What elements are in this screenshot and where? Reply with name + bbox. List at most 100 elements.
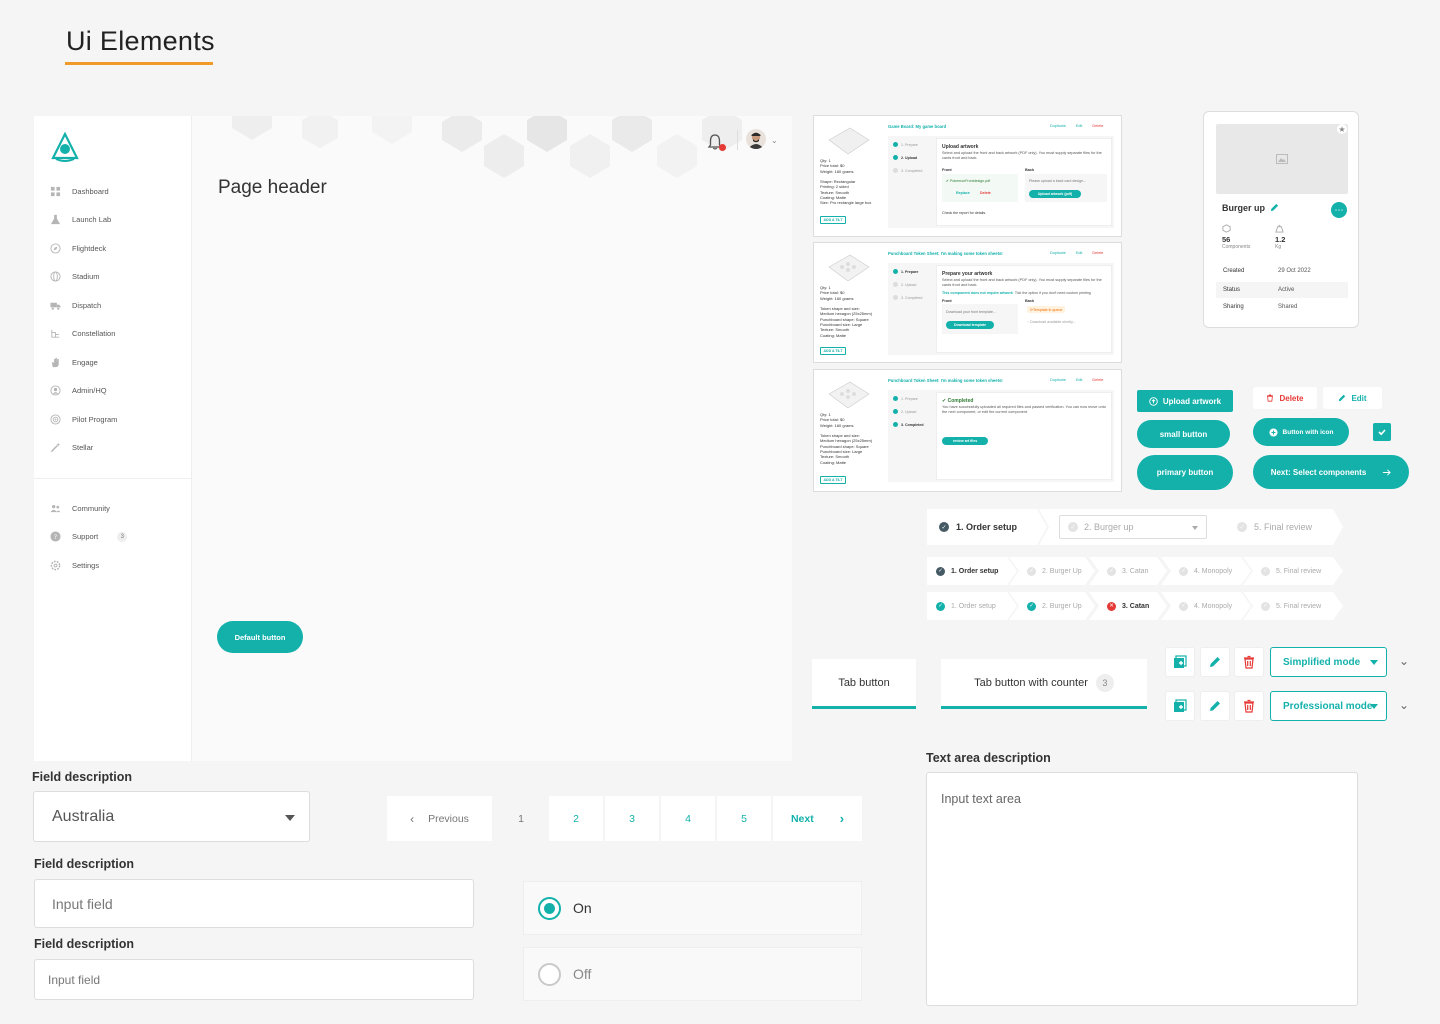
pagination-page-1[interactable]: 1 — [494, 796, 548, 841]
stepper-dropdown[interactable]: ✓ 2. Burger up — [1059, 515, 1207, 539]
download-template-button[interactable]: Download template — [946, 321, 994, 329]
sidebar-item-engage[interactable]: Engage — [50, 352, 98, 372]
card-footnote: Check the report for details. — [942, 211, 987, 215]
upload-artwork-button[interactable]: Upload artwork — [1137, 390, 1233, 412]
target-icon — [50, 413, 61, 425]
add-tilt-button[interactable]: ADD A TILT — [820, 216, 846, 224]
edit-icon-button[interactable] — [1200, 647, 1230, 677]
stepper-step-3-catan[interactable]: ✕ 3. Catan — [1089, 592, 1167, 620]
sidebar-item-flightdeck[interactable]: Flightdeck — [50, 238, 106, 258]
text-area[interactable]: Input text area — [926, 772, 1358, 1006]
pagination-page-5[interactable]: 5 — [717, 796, 771, 841]
replace-link[interactable]: Replace — [956, 191, 970, 195]
delete-link[interactable]: Delete — [1092, 124, 1103, 128]
pagination-previous[interactable]: ‹ Previous — [387, 796, 492, 841]
sidebar-item-community[interactable]: Community — [50, 498, 110, 518]
delete-link[interactable]: Delete — [1092, 251, 1103, 255]
delete-button[interactable]: Delete — [1253, 387, 1317, 409]
checkbox-checked[interactable] — [1373, 423, 1391, 441]
stepper-step-burger-up[interactable]: ✓ 2. Burger up — [1039, 509, 1229, 545]
add-component-button[interactable] — [1165, 691, 1195, 721]
sidebar-item-support[interactable]: ? Support 3 — [50, 527, 128, 547]
delete-icon-button[interactable] — [1234, 691, 1264, 721]
chevron-down-icon[interactable]: ⌄ — [1399, 654, 1409, 668]
stepper-step-1-order-setup[interactable]: ✓ 1. Order setup — [927, 557, 1017, 585]
card-step[interactable]: 1. Prepare — [893, 269, 918, 274]
card-step[interactable]: 2. Upload — [893, 282, 916, 287]
card-step[interactable]: 2. Upload — [893, 155, 917, 160]
delete-link[interactable]: Delete — [1092, 378, 1103, 382]
primary-button[interactable]: primary button — [1137, 455, 1233, 490]
add-tilt-button[interactable]: ADD A TILT — [820, 347, 846, 355]
edit-link[interactable]: Edit — [1076, 251, 1083, 255]
simplified-mode-select[interactable]: Simplified mode — [1270, 647, 1387, 677]
edit-icon-button[interactable] — [1200, 691, 1230, 721]
card-step[interactable]: 3. Completed — [893, 295, 922, 300]
card-step[interactable]: 1. Prepare — [893, 142, 918, 147]
tab-button-with-counter[interactable]: Tab button with counter 3 — [941, 659, 1147, 709]
notifications-bell-icon[interactable] — [706, 133, 726, 151]
card-step[interactable]: 3. Completed — [893, 168, 922, 173]
stepper-step-1-order-setup[interactable]: ✓ 1. Order setup — [927, 592, 1017, 620]
stepper-step-order-setup[interactable]: ✓ 1. Order setup — [927, 509, 1047, 545]
add-tilt-button[interactable]: ADD A TILT — [820, 476, 846, 484]
sidebar-item-dashboard[interactable]: Dashboard — [50, 181, 109, 201]
sidebar-item-pilot-program[interactable]: Pilot Program — [50, 409, 117, 429]
input-field-large[interactable]: Input field — [34, 879, 474, 928]
stepper-step-3-catan[interactable]: ✓ 3. Catan — [1089, 557, 1167, 585]
delete-file-link[interactable]: Delete — [980, 191, 991, 195]
edit-pencil-icon[interactable] — [1270, 203, 1279, 212]
card-step[interactable]: 3. Completed — [893, 422, 924, 427]
default-button[interactable]: Default button — [217, 621, 303, 653]
product-card[interactable]: ★ Burger up ⋯ 56 Components 1.2 Kg Created… — [1203, 111, 1359, 328]
sidebar-item-stellar[interactable]: Stellar — [50, 438, 93, 458]
delete-icon-button[interactable] — [1234, 647, 1264, 677]
card-step[interactable]: 2. Upload — [893, 409, 916, 414]
tab-button[interactable]: Tab button — [812, 659, 916, 709]
radio-button-selected[interactable] — [538, 896, 561, 920]
sidebar-item-dispatch[interactable]: Dispatch — [50, 295, 101, 315]
sidebar-item-constellation[interactable]: Constellation — [50, 324, 115, 344]
country-select[interactable]: Australia — [33, 791, 310, 842]
upload-artwork-pdf-button[interactable]: Upload artwork (pdf) — [1029, 190, 1081, 198]
pagination-page-2[interactable]: 2 — [549, 796, 603, 841]
chevron-down-icon[interactable]: ⌄ — [1399, 698, 1409, 712]
next-select-components-button[interactable]: Next: Select components — [1253, 455, 1409, 489]
avatar-chevron-down-icon[interactable]: ⌄ — [771, 136, 778, 145]
duplicate-link[interactable]: Duplicate — [1050, 378, 1066, 382]
sidebar-item-settings[interactable]: Settings — [50, 555, 99, 575]
review-art-files-button[interactable]: review art files — [942, 437, 988, 445]
duplicate-link[interactable]: Duplicate — [1050, 251, 1066, 255]
app-logo-icon[interactable] — [50, 132, 80, 164]
avatar[interactable] — [746, 129, 766, 149]
favorite-star-icon[interactable]: ★ — [1337, 124, 1347, 134]
stepper-step-5-final-review[interactable]: ✓ 5. Final review — [1243, 592, 1343, 620]
radio-option-on[interactable]: On — [523, 881, 862, 935]
sidebar-item-admin-hq[interactable]: Admin/HQ — [50, 381, 107, 401]
edit-link[interactable]: Edit — [1076, 124, 1083, 128]
radio-option-off[interactable]: Off — [523, 947, 862, 1001]
stepper-step-final-review[interactable]: ✓ 5. Final review — [1219, 509, 1343, 545]
card-step[interactable]: 1. Prepare — [893, 396, 918, 401]
stepper-step-2-burger-up[interactable]: ✓ 2. Burger Up — [1009, 592, 1095, 620]
add-component-button[interactable] — [1165, 647, 1195, 677]
sidebar-item-stadium[interactable]: Stadium — [50, 267, 100, 287]
duplicate-link[interactable]: Duplicate — [1050, 124, 1066, 128]
pagination-page-3[interactable]: 3 — [605, 796, 659, 841]
stepper-step-2-burger-up[interactable]: ✓ 2. Burger Up — [1009, 557, 1095, 585]
edit-button[interactable]: Edit — [1323, 387, 1382, 409]
radio-button[interactable] — [538, 962, 561, 986]
small-button[interactable]: small button — [1137, 420, 1230, 448]
professional-mode-select[interactable]: Professional mode — [1270, 691, 1387, 721]
more-options-icon[interactable]: ⋯ — [1331, 202, 1347, 218]
artwork-note[interactable]: This component does not require artwork … — [942, 291, 1091, 295]
stepper-step-4-monopoly[interactable]: ✓ 4. Monopoly — [1161, 557, 1251, 585]
stepper-step-4-monopoly[interactable]: ✓ 4. Monopoly — [1161, 592, 1251, 620]
pagination-next[interactable]: Next › — [773, 796, 862, 841]
stepper-step-5-final-review[interactable]: ✓ 5. Final review — [1243, 557, 1343, 585]
edit-link[interactable]: Edit — [1076, 378, 1083, 382]
pagination-page-4[interactable]: 4 — [661, 796, 715, 841]
input-field-small[interactable]: Input field — [34, 959, 474, 1000]
sidebar-item-launch-lab[interactable]: Launch Lab — [50, 210, 111, 230]
button-with-icon[interactable]: Button with icon — [1253, 418, 1349, 446]
